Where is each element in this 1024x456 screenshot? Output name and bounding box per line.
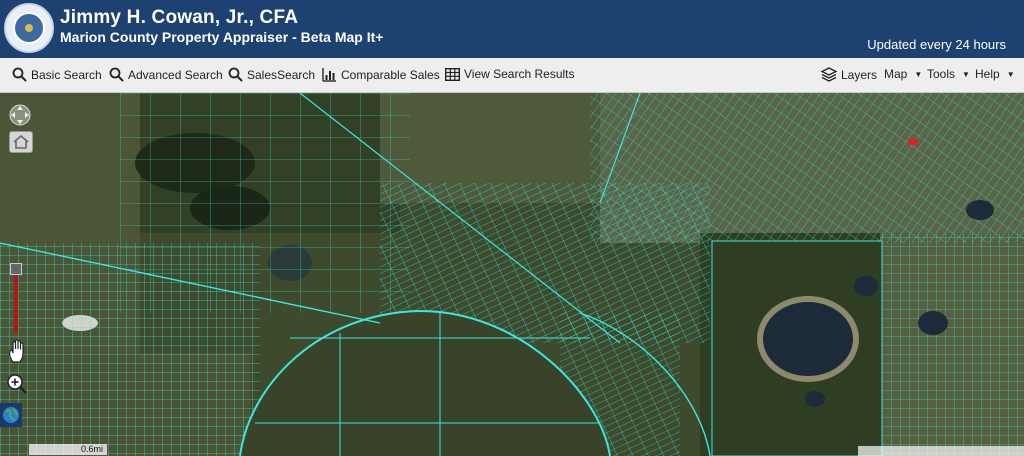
search-icon bbox=[109, 67, 124, 82]
zoom-slider-handle[interactable] bbox=[10, 263, 22, 275]
chevron-down-icon: ▼ bbox=[1006, 69, 1015, 79]
comparable-sales-label: Comparable Sales bbox=[341, 67, 440, 82]
scale-bar-label: 0.6mi bbox=[80, 444, 103, 454]
help-menu[interactable]: Help ▼ bbox=[975, 67, 1015, 81]
pan-hand-icon[interactable] bbox=[6, 338, 30, 364]
page-subtitle: Marion County Property Appraiser - Beta … bbox=[60, 29, 384, 45]
layers-button[interactable]: Layers bbox=[821, 67, 877, 82]
aerial-imagery bbox=[0, 93, 1024, 456]
view-search-results-button[interactable]: View Search Results bbox=[445, 67, 575, 81]
tools-menu[interactable]: Tools ▼ bbox=[927, 67, 970, 81]
chevron-down-icon: ▼ bbox=[914, 69, 923, 79]
map-menu[interactable]: Map ▼ bbox=[884, 67, 922, 81]
layers-icon bbox=[821, 67, 837, 82]
home-icon bbox=[13, 134, 29, 149]
basic-search-button[interactable]: Basic Search bbox=[12, 67, 102, 82]
property-appraiser-seal-icon bbox=[4, 3, 54, 53]
advanced-search-label: Advanced Search bbox=[128, 67, 223, 82]
zoom-in-icon[interactable] bbox=[6, 373, 28, 395]
app-header: Jimmy H. Cowan, Jr., CFA Marion County P… bbox=[0, 0, 1024, 58]
update-frequency-text: Updated every 24 hours bbox=[867, 37, 1006, 52]
search-icon bbox=[12, 67, 27, 82]
view-search-results-label: View Search Results bbox=[464, 67, 575, 81]
sales-search-button[interactable]: SalesSearch bbox=[228, 67, 315, 82]
advanced-search-button[interactable]: Advanced Search bbox=[109, 67, 223, 82]
bar-chart-icon bbox=[322, 68, 336, 82]
chevron-down-icon: ▼ bbox=[962, 69, 970, 79]
tools-menu-label: Tools bbox=[927, 67, 956, 81]
comparable-sales-button[interactable]: Comparable Sales bbox=[322, 67, 440, 82]
map-view[interactable] bbox=[0, 93, 1024, 456]
table-icon bbox=[445, 67, 460, 81]
layers-label: Layers bbox=[841, 67, 878, 82]
pan-arrows-icon[interactable] bbox=[8, 103, 32, 127]
toolbar: Basic Search Advanced Search SalesSearch… bbox=[0, 58, 1024, 93]
search-icon bbox=[228, 67, 243, 82]
home-button[interactable] bbox=[9, 131, 33, 153]
map-attribution bbox=[858, 446, 1024, 456]
sales-search-label: SalesSearch bbox=[247, 67, 316, 82]
basic-search-label: Basic Search bbox=[31, 67, 102, 82]
map-menu-label: Map bbox=[884, 67, 908, 81]
globe-icon[interactable] bbox=[0, 403, 22, 427]
page-title: Jimmy H. Cowan, Jr., CFA bbox=[60, 7, 299, 28]
help-menu-label: Help bbox=[975, 67, 1000, 81]
scale-bar: 0.6mi bbox=[28, 444, 108, 456]
